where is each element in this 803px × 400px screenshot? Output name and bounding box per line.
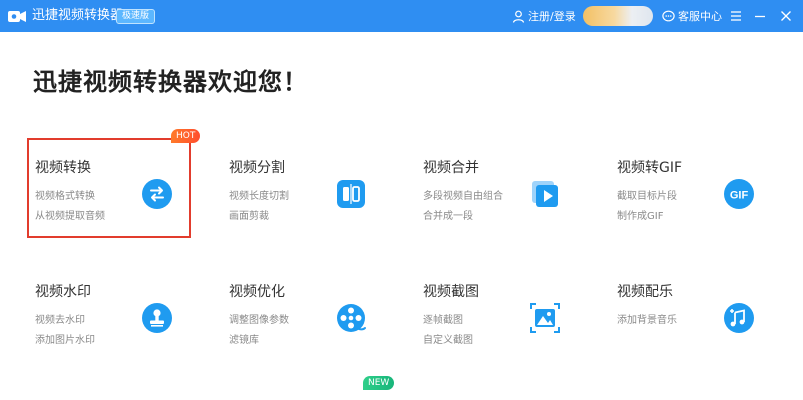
card-title: 视频截图 <box>423 284 479 300</box>
stamp-icon <box>142 303 172 333</box>
feature-card-video-to-gif[interactable]: 视频转GIF 截取目标片段 制作成GIF GIF <box>609 138 773 238</box>
card-title: 视频分割 <box>229 160 285 176</box>
card-desc: 自定义截图 <box>423 335 473 346</box>
svg-text:GIF: GIF <box>730 190 749 202</box>
avatar[interactable] <box>583 6 653 26</box>
camera-logo-icon <box>8 11 26 22</box>
card-desc: 添加背景音乐 <box>617 315 677 326</box>
card-desc: 合并成一段 <box>423 211 473 222</box>
customer-service-link[interactable]: 客服中心 <box>662 8 722 24</box>
music-add-icon <box>724 303 754 333</box>
card-desc: 画面剪裁 <box>229 211 269 222</box>
gif-icon: GIF <box>724 179 754 209</box>
login-label: 注册/登录 <box>528 10 576 23</box>
card-desc: 添加图片水印 <box>35 335 95 346</box>
chat-bubble-icon <box>662 10 675 21</box>
card-title: 视频水印 <box>35 284 91 300</box>
card-desc: 从视频提取音频 <box>35 211 105 222</box>
title-bar: 迅捷视频转换器 极速版 注册/登录 客服中心 <box>0 0 803 32</box>
login-link[interactable]: 注册/登录 <box>512 8 576 24</box>
card-title: 视频优化 <box>229 284 285 300</box>
card-desc: 逐帧截图 <box>423 315 463 326</box>
card-desc: 滤镜库 <box>229 335 259 346</box>
card-title: 视频转换 <box>35 160 91 176</box>
card-desc: 调整图像参数 <box>229 315 289 326</box>
feature-card-video-music[interactable]: 视频配乐 添加背景音乐 <box>609 262 773 362</box>
welcome-heading: 迅捷视频转换器欢迎您！ <box>33 68 308 96</box>
app-title: 迅捷视频转换器 <box>32 8 124 23</box>
card-desc: 视频长度切割 <box>229 191 289 202</box>
edition-badge: 极速版 <box>116 9 156 24</box>
film-reel-icon <box>337 304 366 332</box>
feature-card-video-merge[interactable]: 视频合并 多段视频自由组合 合并成一段 <box>415 138 579 238</box>
feature-card-video-watermark[interactable]: 视频水印 视频去水印 添加图片水印 <box>27 262 191 362</box>
card-title: 视频合并 <box>423 160 479 176</box>
feature-card-video-screenshot[interactable]: 视频截图 逐帧截图 自定义截图 <box>415 262 579 362</box>
split-icon <box>337 180 365 208</box>
feature-card-video-optimize[interactable]: 视频优化 调整图像参数 滤镜库 <box>221 262 385 362</box>
card-desc: 视频去水印 <box>35 315 85 326</box>
swap-arrows-icon <box>142 179 172 209</box>
merge-play-icon <box>532 181 558 207</box>
feature-card-video-convert[interactable]: 视频转换 视频格式转换 从视频提取音频 <box>27 138 191 238</box>
screenshot-icon <box>530 303 560 333</box>
new-tag: NEW <box>363 376 395 390</box>
hot-tag: HOT <box>171 129 201 143</box>
user-icon <box>512 10 525 23</box>
feature-card-video-split[interactable]: 视频分割 视频长度切割 画面剪裁 <box>221 138 385 238</box>
card-desc: 视频格式转换 <box>35 191 95 202</box>
card-desc: 制作成GIF <box>617 211 664 222</box>
close-icon[interactable] <box>778 8 794 24</box>
service-label: 客服中心 <box>678 10 722 23</box>
card-title: 视频配乐 <box>617 284 673 300</box>
card-title: 视频转GIF <box>617 160 683 176</box>
card-desc: 多段视频自由组合 <box>423 191 503 202</box>
minimize-icon[interactable] <box>752 8 768 24</box>
card-desc: 截取目标片段 <box>617 191 677 202</box>
hamburger-menu-icon[interactable] <box>728 8 744 24</box>
